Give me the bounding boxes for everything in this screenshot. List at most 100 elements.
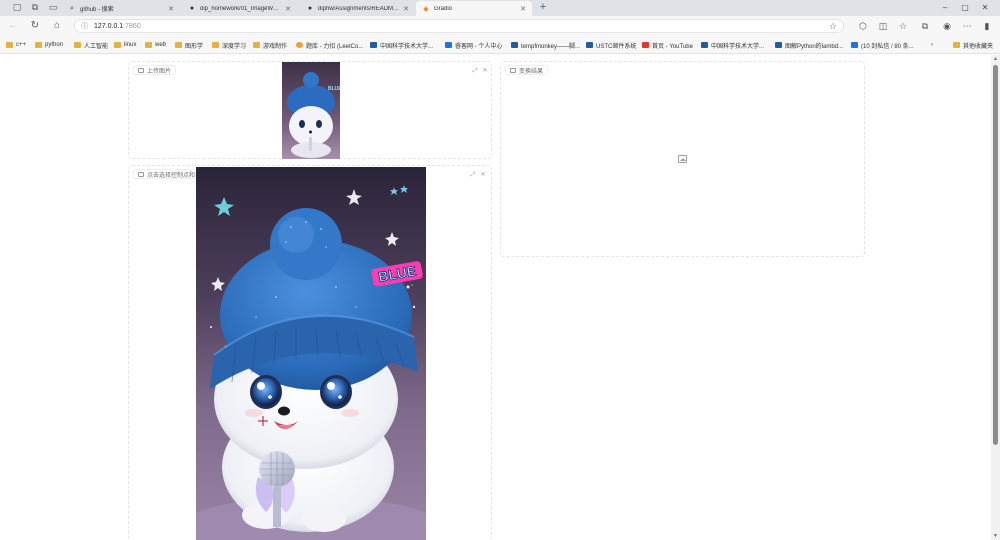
- folder-icon: [114, 42, 121, 48]
- chevron-right-icon: ›: [931, 42, 933, 48]
- collections-icon[interactable]: ⧉: [918, 19, 932, 33]
- sidebar-icon[interactable]: ▮: [980, 19, 994, 33]
- bookmark-leetcode[interactable]: 题库 - 力扣 (LeetCo...: [296, 39, 363, 51]
- close-icon[interactable]: ✕: [168, 5, 174, 13]
- tab-actions-icon[interactable]: ▭: [46, 1, 60, 14]
- bookmarks-overflow-button[interactable]: ›: [931, 39, 933, 51]
- bookmark-label: 其他收藏夹: [963, 43, 994, 50]
- close-icon[interactable]: ✕: [403, 5, 409, 13]
- thumbnail-text: BLUE: [328, 86, 340, 92]
- bookmark-label: 中国科学技术大学...: [711, 43, 765, 50]
- more-icon[interactable]: ⋯: [960, 19, 974, 33]
- result-block: 变换结果: [500, 61, 865, 257]
- profile-icon[interactable]: ▢: [10, 1, 24, 14]
- bookmark-linux[interactable]: linux: [114, 39, 136, 51]
- leetcode-icon: [296, 42, 303, 48]
- minimize-icon[interactable]: –: [938, 1, 952, 15]
- info-icon[interactable]: ⓘ: [81, 21, 88, 31]
- address-bar[interactable]: ⓘ 127.0.0.1:7860: [74, 19, 844, 33]
- close-window-icon[interactable]: ✕: [978, 1, 992, 15]
- ustc-icon: [701, 42, 708, 48]
- gradio-page: 上传图片 ⤢ ✕ BLUE 点击选择控制点和目标点 ⤢ ✕ BLUE 变换结果: [0, 55, 1000, 540]
- bookmark-ustc-1[interactable]: 中国科学技术大学...: [370, 39, 433, 51]
- bookmark-ustc-mail[interactable]: USTC邮件系统: [586, 39, 636, 51]
- bookmark-python-lambda[interactable]: 图解Python的lambd...: [775, 39, 843, 51]
- ustc-icon: [370, 42, 377, 48]
- bookmark-label: web: [155, 42, 167, 48]
- bookmark-ustc-2[interactable]: 中国科学技术大学...: [701, 39, 764, 51]
- image-placeholder-icon: [678, 155, 687, 163]
- zhihu-icon: [851, 42, 858, 48]
- bookmark-deep-learning[interactable]: 深度学习: [212, 39, 246, 51]
- rke-icon: [445, 42, 452, 48]
- home-icon[interactable]: ⌂: [50, 19, 64, 33]
- address-host: 127.0.0.1: [94, 22, 124, 30]
- split-screen-icon[interactable]: ◫: [876, 19, 890, 33]
- bookmark-label: 人工智能: [84, 43, 109, 50]
- bookmark-label: (10 封私信 / 80 条...: [861, 43, 914, 50]
- bookmark-label: python: [45, 42, 64, 48]
- search-icon: ⌕: [70, 4, 74, 12]
- folder-icon: [953, 42, 960, 48]
- bookmark-label: 题库 - 力扣 (LeetCo...: [306, 43, 364, 50]
- fullscreen-icon[interactable]: ⤢: [471, 67, 479, 75]
- bookmark-zhihu[interactable]: (10 封私信 / 80 条...: [851, 39, 914, 51]
- close-icon[interactable]: ✕: [285, 5, 291, 13]
- scroll-down-icon[interactable]: ▼: [991, 532, 1000, 540]
- tab-diphw-readme[interactable]: ● diphw/Assignments/README.md ✕: [300, 1, 415, 16]
- tab-github-search[interactable]: ⌕ github - 搜索 ✕: [62, 1, 180, 16]
- bookmark-label: 睿客网 - 个人中心: [455, 43, 503, 50]
- block-label-text: 上传图片: [147, 68, 172, 75]
- bookmark-ai[interactable]: 人工智能: [74, 39, 108, 51]
- copilot-icon[interactable]: ◉: [940, 19, 954, 33]
- folder-icon: [253, 42, 260, 48]
- address-port: :7860: [123, 22, 141, 30]
- bookmark-python[interactable]: python: [35, 39, 63, 51]
- fullscreen-icon[interactable]: ⤢: [469, 171, 477, 179]
- back-icon[interactable]: ←: [6, 19, 20, 33]
- favorites-icon[interactable]: ☆: [896, 19, 910, 33]
- bookmark-web[interactable]: web: [145, 39, 166, 51]
- clear-icon[interactable]: ✕: [479, 171, 487, 179]
- tm-icon: [511, 42, 518, 48]
- bookmark-cpp[interactable]: c++: [6, 39, 26, 51]
- tab-title: diphw/Assignments/README.md: [318, 5, 400, 12]
- maximize-icon[interactable]: ▢: [958, 1, 972, 15]
- tab-dip-homework[interactable]: ● dip_homework/01_ImageWarpin ✕: [182, 1, 297, 16]
- bookmark-graphics[interactable]: 图形学: [175, 39, 203, 51]
- bookmark-other-favorites[interactable]: 其他收藏夹: [953, 39, 993, 51]
- tab-gradio[interactable]: ◆ Gradio ✕: [416, 1, 532, 16]
- bookmark-youtube[interactable]: 首页 - YouTube: [642, 39, 693, 51]
- folder-icon: [175, 42, 182, 48]
- bookmark-label: 中国科学技术大学...: [380, 43, 434, 50]
- favorite-star-icon[interactable]: ☆: [826, 19, 840, 33]
- control-point-image[interactable]: BLUE: [196, 167, 426, 540]
- youtube-icon: [642, 42, 649, 48]
- py-icon: [775, 42, 782, 48]
- folder-icon: [212, 42, 219, 48]
- browser-tab-strip: ▢ ⧉ ▭ ⌕ github - 搜索 ✕ ● dip_homework/01_…: [0, 0, 1000, 16]
- bookmark-tampermonkey[interactable]: tempfmonkey——脚...: [511, 39, 580, 51]
- folder-icon: [74, 42, 81, 48]
- upload-image-block[interactable]: 上传图片 ⤢ ✕ BLUE: [128, 61, 492, 159]
- block-label: 上传图片: [133, 65, 177, 75]
- bookmark-label: tempfmonkey——脚...: [521, 43, 581, 50]
- bookmark-rke[interactable]: 睿客网 - 个人中心: [445, 39, 502, 51]
- browser-toolbar: ← ↻ ⌂ ⓘ 127.0.0.1:7860 ☆ ⬡ ◫ ☆ ⧉ ◉ ⋯ ▮: [0, 16, 1000, 36]
- scroll-up-icon[interactable]: ▲: [991, 55, 1000, 63]
- bookmark-game-dev[interactable]: 游戏制作: [253, 39, 287, 51]
- folder-icon: [6, 42, 13, 48]
- bookmark-label: 游戏制作: [263, 43, 288, 50]
- new-tab-button[interactable]: +: [536, 1, 550, 15]
- page-scrollbar[interactable]: ▲ ▼: [991, 55, 1000, 540]
- reload-icon[interactable]: ↻: [28, 19, 42, 33]
- clear-icon[interactable]: ✕: [481, 67, 489, 75]
- scrollbar-thumb[interactable]: [993, 65, 998, 445]
- control-points-block[interactable]: 点击选择控制点和目标点 ⤢ ✕ BLUE: [128, 165, 492, 540]
- close-icon[interactable]: ✕: [520, 5, 526, 13]
- gradio-icon: ◆: [423, 5, 429, 13]
- workspaces-icon[interactable]: ⧉: [28, 1, 42, 14]
- bookmark-label: 首页 - YouTube: [652, 43, 693, 50]
- extension-icon[interactable]: ⬡: [856, 19, 870, 33]
- github-icon: ●: [189, 5, 195, 12]
